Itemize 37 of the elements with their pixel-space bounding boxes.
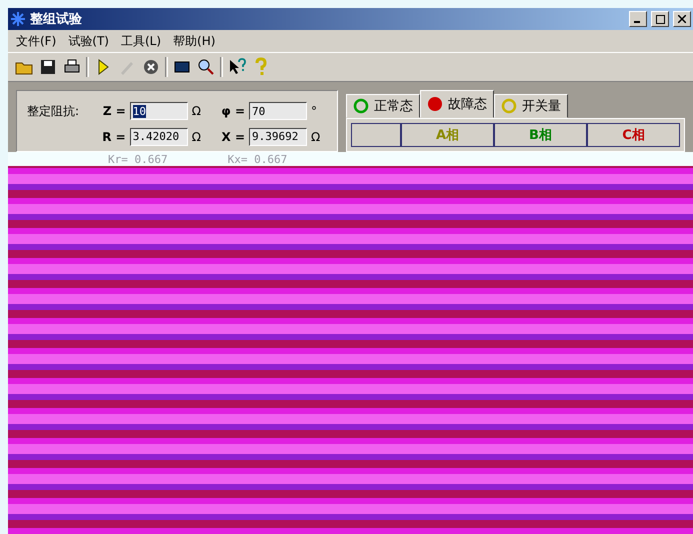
column-header: A相	[401, 123, 494, 147]
unit-label: Ω	[192, 130, 202, 144]
stop-button[interactable]	[141, 57, 161, 77]
app-icon	[10, 11, 26, 27]
window-title: 整组试验	[30, 11, 83, 28]
table-cell	[351, 123, 401, 147]
tab[interactable]: 开关量	[494, 94, 568, 118]
input-field[interactable]: 9.39692	[249, 128, 307, 146]
coefficient-text: Kr= 0.667	[108, 152, 168, 166]
input-field[interactable]: 3.42020	[130, 128, 188, 146]
maximize-button[interactable]	[651, 11, 669, 27]
field-label: R =	[101, 130, 126, 144]
field-label: X =	[220, 130, 245, 144]
minimize-button[interactable]	[629, 11, 647, 27]
tab[interactable]: 正常态	[346, 94, 420, 118]
disk-button[interactable]	[38, 57, 58, 77]
menu-item[interactable]: 帮助(H)	[169, 32, 220, 50]
menu-item[interactable]: 试验(T)	[64, 32, 113, 50]
close-icon	[678, 15, 686, 23]
unit-label: °	[311, 104, 318, 118]
column-header: C相	[587, 123, 680, 147]
input-field[interactable]: 70	[249, 102, 307, 120]
menu-item[interactable]: 文件(F)	[12, 32, 60, 50]
close-button[interactable]	[673, 11, 691, 27]
unit-label: Ω	[311, 130, 322, 144]
input-field[interactable]: 10	[130, 102, 188, 120]
field-label: φ =	[220, 104, 245, 118]
impedance-label: 整定阻抗:	[27, 102, 80, 120]
unit-label: Ω	[192, 104, 202, 118]
tab[interactable]: 故障态	[420, 90, 494, 118]
field-label: Z =	[102, 104, 126, 118]
menu-item[interactable]: 工具(L)	[116, 32, 166, 50]
magnifier-button[interactable]	[196, 57, 216, 77]
maximize-icon	[656, 14, 664, 24]
column-header: B相	[494, 123, 587, 147]
pointer-question-button[interactable]	[227, 57, 247, 77]
coefficient-text: Kx= 0.667	[228, 152, 288, 166]
